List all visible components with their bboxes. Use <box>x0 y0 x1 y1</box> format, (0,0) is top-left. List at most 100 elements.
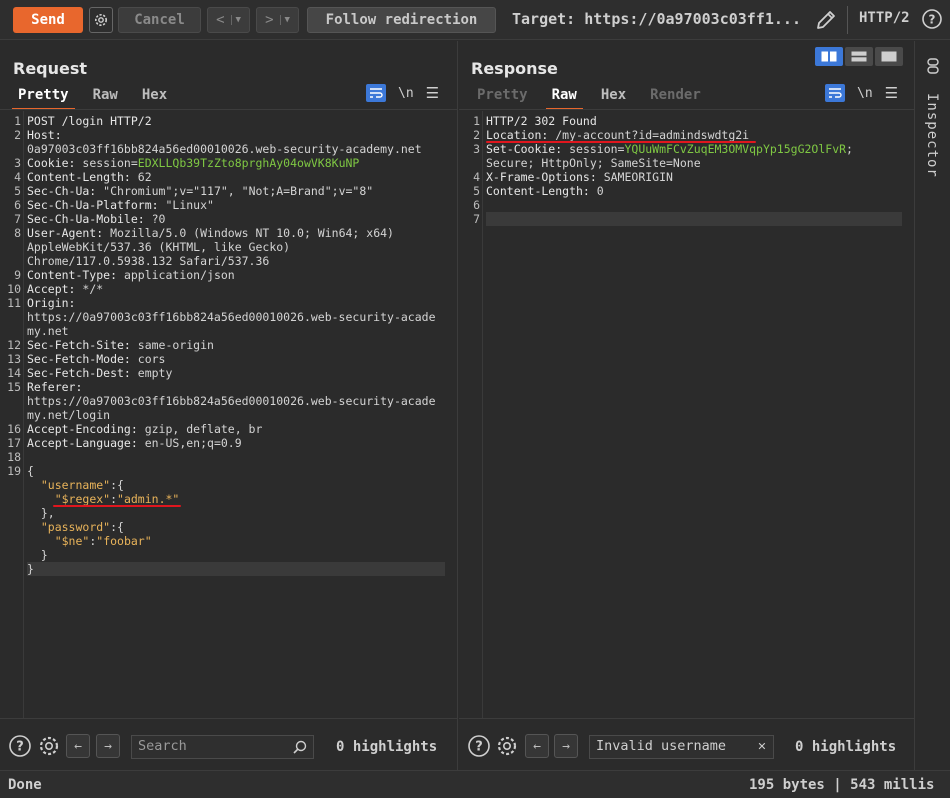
header-name: Accept-Language: <box>27 436 145 450</box>
help-icon[interactable]: ? <box>8 734 32 758</box>
search-input[interactable]: Invalid username ✕ <box>589 735 774 759</box>
target-url[interactable]: Target: https://0a97003c03ff1... <box>512 10 801 28</box>
header-name: Content-Type: <box>27 268 124 282</box>
next-match-button[interactable]: → <box>554 734 578 758</box>
header-name: Accept: <box>27 282 83 296</box>
gear-icon[interactable] <box>495 734 519 758</box>
header-value: empty <box>137 366 173 380</box>
word-wrap-icon[interactable] <box>366 84 386 102</box>
header-value: same-origin <box>137 338 214 352</box>
header-name: Sec-Ch-Ua-Mobile: <box>27 212 152 226</box>
header-value: Secure; HttpOnly; SameSite=None <box>486 156 701 170</box>
status-text: Done <box>8 777 42 793</box>
help-icon[interactable]: ? <box>921 8 943 30</box>
line-number: 17 <box>7 436 21 450</box>
cancel-button[interactable]: Cancel <box>118 7 201 33</box>
tab-hex[interactable]: Hex <box>589 84 638 108</box>
next-match-button[interactable]: → <box>96 734 120 758</box>
rows-icon <box>851 51 867 62</box>
hamburger-menu-icon[interactable]: ☰ <box>426 84 439 102</box>
header-value: "Linux" <box>165 198 214 212</box>
annotation-underline <box>53 505 181 507</box>
arrow-left-icon: ← <box>533 738 541 754</box>
json-key: "username" <box>40 478 111 492</box>
line-number: 7 <box>473 212 480 226</box>
previous-match-button[interactable]: ← <box>66 734 90 758</box>
request-editor-tools: \n ☰ <box>366 84 439 102</box>
header-value: "Chromium";v="117", "Not;A=Brand";v="8" <box>103 184 374 198</box>
inspector-label[interactable]: Inspector <box>924 93 940 178</box>
layout-single-button[interactable] <box>875 47 903 66</box>
clear-icon[interactable]: ✕ <box>758 738 766 754</box>
layout-stacked-button[interactable] <box>845 47 873 66</box>
chevron-down-icon: ▼ <box>230 15 241 25</box>
line-number: 14 <box>7 366 21 380</box>
line-number-gutter: 123 4567 <box>459 111 483 718</box>
header-value: application/json <box>123 268 235 282</box>
line-number: 12 <box>7 338 21 352</box>
line-number: 6 <box>473 198 480 212</box>
line-number: 11 <box>7 296 21 310</box>
current-line-highlight <box>27 562 445 576</box>
forward-arrow-label: > <box>265 12 274 28</box>
code-line: 0a97003c03ff16bb824a56ed00010026.web-sec… <box>27 142 422 156</box>
forward-button[interactable]: > ▼ <box>256 7 299 33</box>
header-name: Cookie: <box>27 156 83 170</box>
tab-raw[interactable]: Raw <box>81 84 130 108</box>
tab-hex[interactable]: Hex <box>130 84 179 108</box>
gear-icon <box>95 14 107 26</box>
header-value: session= <box>82 156 138 170</box>
header-name: Set-Cookie: <box>486 142 570 156</box>
newline-toggle[interactable]: \n <box>857 86 873 101</box>
header-value: gzip, deflate, br <box>144 422 263 436</box>
status-bar: Done 195 bytes | 543 millis <box>0 770 950 798</box>
settings-gear-button[interactable] <box>89 7 113 33</box>
layout-side-by-side-button[interactable] <box>815 47 843 66</box>
json-punct: }, <box>27 506 55 520</box>
inspector-sidebar[interactable]: Inspector <box>916 41 950 770</box>
request-editor[interactable]: 1 2 3 4 5 6 7 8 9 10 11 12 13 14 15 16 17 18 19 POST /logi… <box>0 111 449 718</box>
response-editor[interactable]: 123 4567 HTTP/2 302 Found Location: /my-ac… <box>459 111 906 718</box>
header-name: Content-Length: <box>486 184 597 198</box>
json-line: "$regex":"admin.*" <box>27 492 180 506</box>
follow-redirection-button[interactable]: Follow redirection <box>307 7 496 33</box>
header-value: https://0a97003c03ff16bb824a56ed00010026… <box>27 394 436 408</box>
send-button[interactable]: Send <box>13 7 83 33</box>
help-icon[interactable]: ? <box>467 734 491 758</box>
search-input[interactable]: Search <box>131 735 314 759</box>
gear-icon[interactable] <box>37 734 61 758</box>
tab-pretty[interactable]: Pretty <box>6 84 81 110</box>
single-pane-icon <box>881 51 897 62</box>
previous-match-button[interactable]: ← <box>525 734 549 758</box>
tab-pretty[interactable]: Pretty <box>465 84 540 108</box>
response-editor-tools: \n ☰ <box>825 84 898 102</box>
json-value: "foobar" <box>96 534 152 548</box>
request-title: Request <box>13 59 88 78</box>
tab-raw[interactable]: Raw <box>540 84 589 110</box>
response-panel: Response Pretty Raw Hex Render \n ☰ 123 4… <box>459 41 915 770</box>
code-line: Host: <box>27 128 62 142</box>
json-line: "username":{ <box>27 478 124 492</box>
header-name: Referer: <box>27 380 83 394</box>
code-line: Accept: */* <box>27 282 103 296</box>
newline-toggle[interactable]: \n <box>398 86 414 101</box>
word-wrap-icon[interactable] <box>825 84 845 102</box>
line-number: 2 <box>14 128 21 142</box>
code-line: Secure; HttpOnly; SameSite=None <box>486 156 701 170</box>
toolbar: Send Cancel < ▼ > ▼ Follow redirection Tar… <box>0 0 950 40</box>
pencil-icon[interactable] <box>814 8 838 32</box>
tab-render[interactable]: Render <box>638 84 713 108</box>
json-punct: } <box>27 562 34 576</box>
http-version-label[interactable]: HTTP/2 <box>859 10 910 26</box>
back-button[interactable]: < ▼ <box>207 7 250 33</box>
json-line: } <box>27 562 34 576</box>
hamburger-menu-icon[interactable]: ☰ <box>885 84 898 102</box>
header-name: POST /login HTTP/2 <box>27 114 152 128</box>
line-number: 3 <box>473 142 480 156</box>
json-key: "password" <box>40 520 111 534</box>
json-punct: :{ <box>110 478 124 492</box>
header-value: */* <box>82 282 104 296</box>
header-value: cors <box>137 352 166 366</box>
